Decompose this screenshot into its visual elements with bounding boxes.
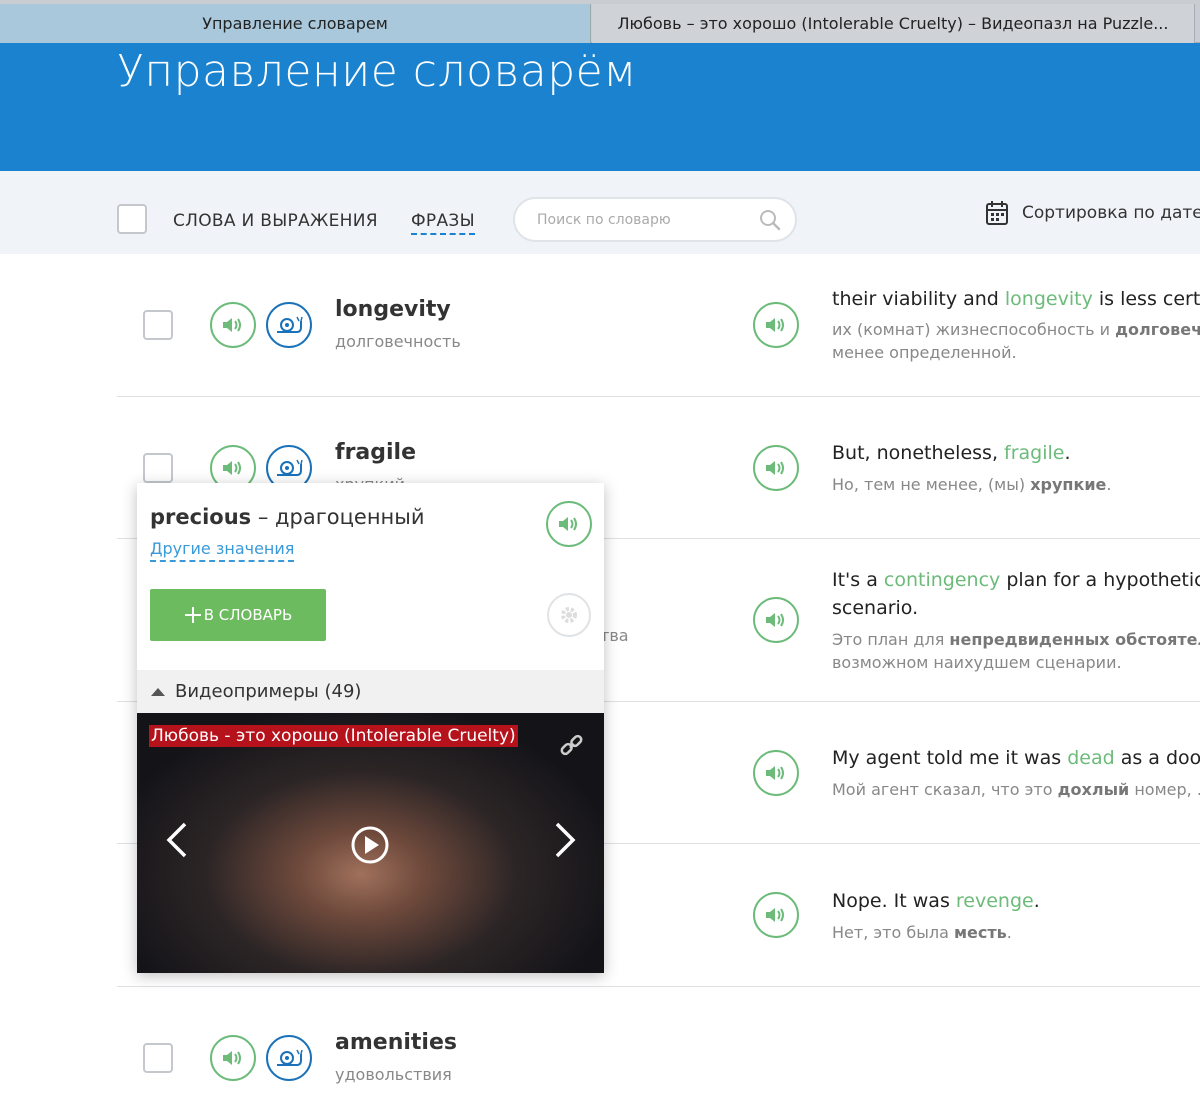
translation-highlight: непредвиденных обстоятельств [949,630,1200,649]
translation-highlight: хрупкие [1030,475,1107,494]
word-popup: precious – драгоценный Другие значения В… [137,483,604,973]
example-sentence: But, nonetheless, fragile. [832,439,1200,467]
popup-dash: – [251,505,276,529]
example-text: My agent told me it was [832,747,1068,769]
highlighted-word[interactable]: revenge [956,890,1034,912]
example-text: as a doornail [1120,747,1200,769]
sound-icon[interactable] [753,750,799,796]
sound-icon[interactable] [546,501,592,547]
row-checkbox[interactable] [143,1043,173,1073]
video-player[interactable]: Любовь - это хорошо (Intolerable Cruelty… [137,713,604,973]
chevron-right-icon[interactable] [553,821,577,863]
example-translation: их (комнат) жизнеспособность и долговечн… [832,318,1200,364]
translation-highlight: дохлый [1057,780,1130,799]
chevron-left-icon[interactable] [165,821,189,863]
translation-text: . [1006,923,1012,942]
translation-text: возможном наихудшем сценарии. [832,653,1122,672]
word-text[interactable]: longevity [335,297,451,322]
select-all-checkbox[interactable] [117,204,147,234]
page-header: Управление словарём [0,43,1200,171]
video-examples-label: Видеопримеры (49) [175,681,362,702]
word-text[interactable]: amenities [335,1030,457,1055]
row-divider [117,986,1200,987]
add-to-dictionary-button[interactable]: В СЛОВАРЬ [150,589,326,641]
example-text: plan for a hypothetical [1000,569,1200,591]
browser-tab-bar: Управление словарем Любовь – это хорошо … [0,0,1200,43]
triangle-up-icon [151,687,165,696]
snail-icon[interactable] [266,302,312,348]
highlighted-word[interactable]: fragile [1004,442,1064,464]
word-translation-partial: тва [600,626,629,645]
translation-text: . [1106,475,1112,494]
tab-puzzle-video[interactable]: Любовь – это хорошо (Intolerable Cruelty… [592,4,1195,43]
word-translation: долговечность [335,332,461,351]
example-text: is less certain [1098,288,1200,310]
popup-word-heading: precious – драгоценный [150,505,425,529]
example-translation: Но, тем не менее, (мы) хрупкие. [832,473,1112,496]
highlighted-word[interactable]: longevity [1005,288,1093,310]
example-text: But, nonetheless, [832,442,1005,464]
popup-translation: драгоценный [275,505,425,529]
translation-highlight: месть [953,923,1007,942]
translation-text: Нет, это была [832,923,954,942]
example-translation: Это план для непредвиденных обстоятельст… [832,628,1200,674]
add-button-label: В СЛОВАРЬ [203,606,293,624]
example-text: It's a [832,569,884,591]
sort-by-date[interactable]: Сортировка по дате [986,201,1200,225]
example-translation: Нет, это была месть. [832,921,1012,944]
tab-phrases[interactable]: ФРАЗЫ [411,211,475,235]
tab-label: Управление словарем [202,14,388,33]
translation-text: их (комнат) жизнеспособность и [832,320,1116,339]
translation-text: Но, тем не менее, (мы) [832,475,1031,494]
sound-icon[interactable] [753,302,799,348]
example-text: . [1064,442,1071,464]
translation-text: Мой агент сказал, что это [832,780,1058,799]
search-input[interactable] [537,208,757,232]
tab-vocabulary[interactable]: Управление словарем [0,4,591,43]
popup-word: precious [150,505,252,529]
page-title: Управление словарём [117,46,637,97]
example-text: their viability and [832,288,1005,310]
row-checkbox[interactable] [143,310,173,340]
example-text: scenario. [832,597,919,619]
tab-label: Любовь – это хорошо (Intolerable Cruelty… [617,14,1169,33]
search-box[interactable] [513,197,797,242]
highlighted-word[interactable]: contingency [884,569,1000,591]
word-translation: удовольствия [335,1065,452,1084]
row-divider [117,396,1200,397]
example-text: . [1033,890,1040,912]
sound-icon[interactable] [753,445,799,491]
video-title[interactable]: Любовь - это хорошо (Intolerable Cruelty… [149,725,518,747]
translation-text: Это план для [832,630,950,649]
search-icon[interactable] [759,209,781,235]
translation-text: менее определенной. [832,343,1017,362]
other-meanings-link[interactable]: Другие значения [150,539,295,562]
tab-words-and-expressions[interactable]: СЛОВА И ВЫРАЖЕНИЯ [173,211,378,231]
highlighted-word[interactable]: dead [1067,747,1114,769]
translation-text: номер, ... [1134,780,1200,799]
example-sentence: It's a contingency plan for a hypothetic… [832,566,1200,622]
video-examples-toggle[interactable]: Видеопримеры (49) [137,670,604,713]
plus-icon [184,607,201,623]
example-sentence: their viability and longevity is less ce… [832,285,1200,313]
snail-icon[interactable] [266,1035,312,1081]
row-checkbox[interactable] [143,453,173,483]
sound-icon[interactable] [753,597,799,643]
word-text[interactable]: fragile [335,440,416,465]
play-icon[interactable] [350,825,390,869]
example-text: Nope. It was [832,890,956,912]
calendar-icon [986,201,1008,225]
example-translation: Мой агент сказал, что это дохлый номер, … [832,778,1200,801]
sound-icon[interactable] [210,1035,256,1081]
translation-highlight: долговечность [1115,320,1200,339]
link-icon[interactable] [559,733,585,763]
sort-label: Сортировка по дате [1022,203,1200,223]
filter-toolbar: СЛОВА И ВЫРАЖЕНИЯ ФРАЗЫ Сортировка по да… [0,171,1200,254]
example-sentence: Nope. It was revenge. [832,887,1200,915]
sound-icon[interactable] [210,302,256,348]
sound-icon[interactable] [753,892,799,938]
gear-icon[interactable] [547,593,591,637]
example-sentence: My agent told me it was dead as a doorna… [832,744,1200,772]
